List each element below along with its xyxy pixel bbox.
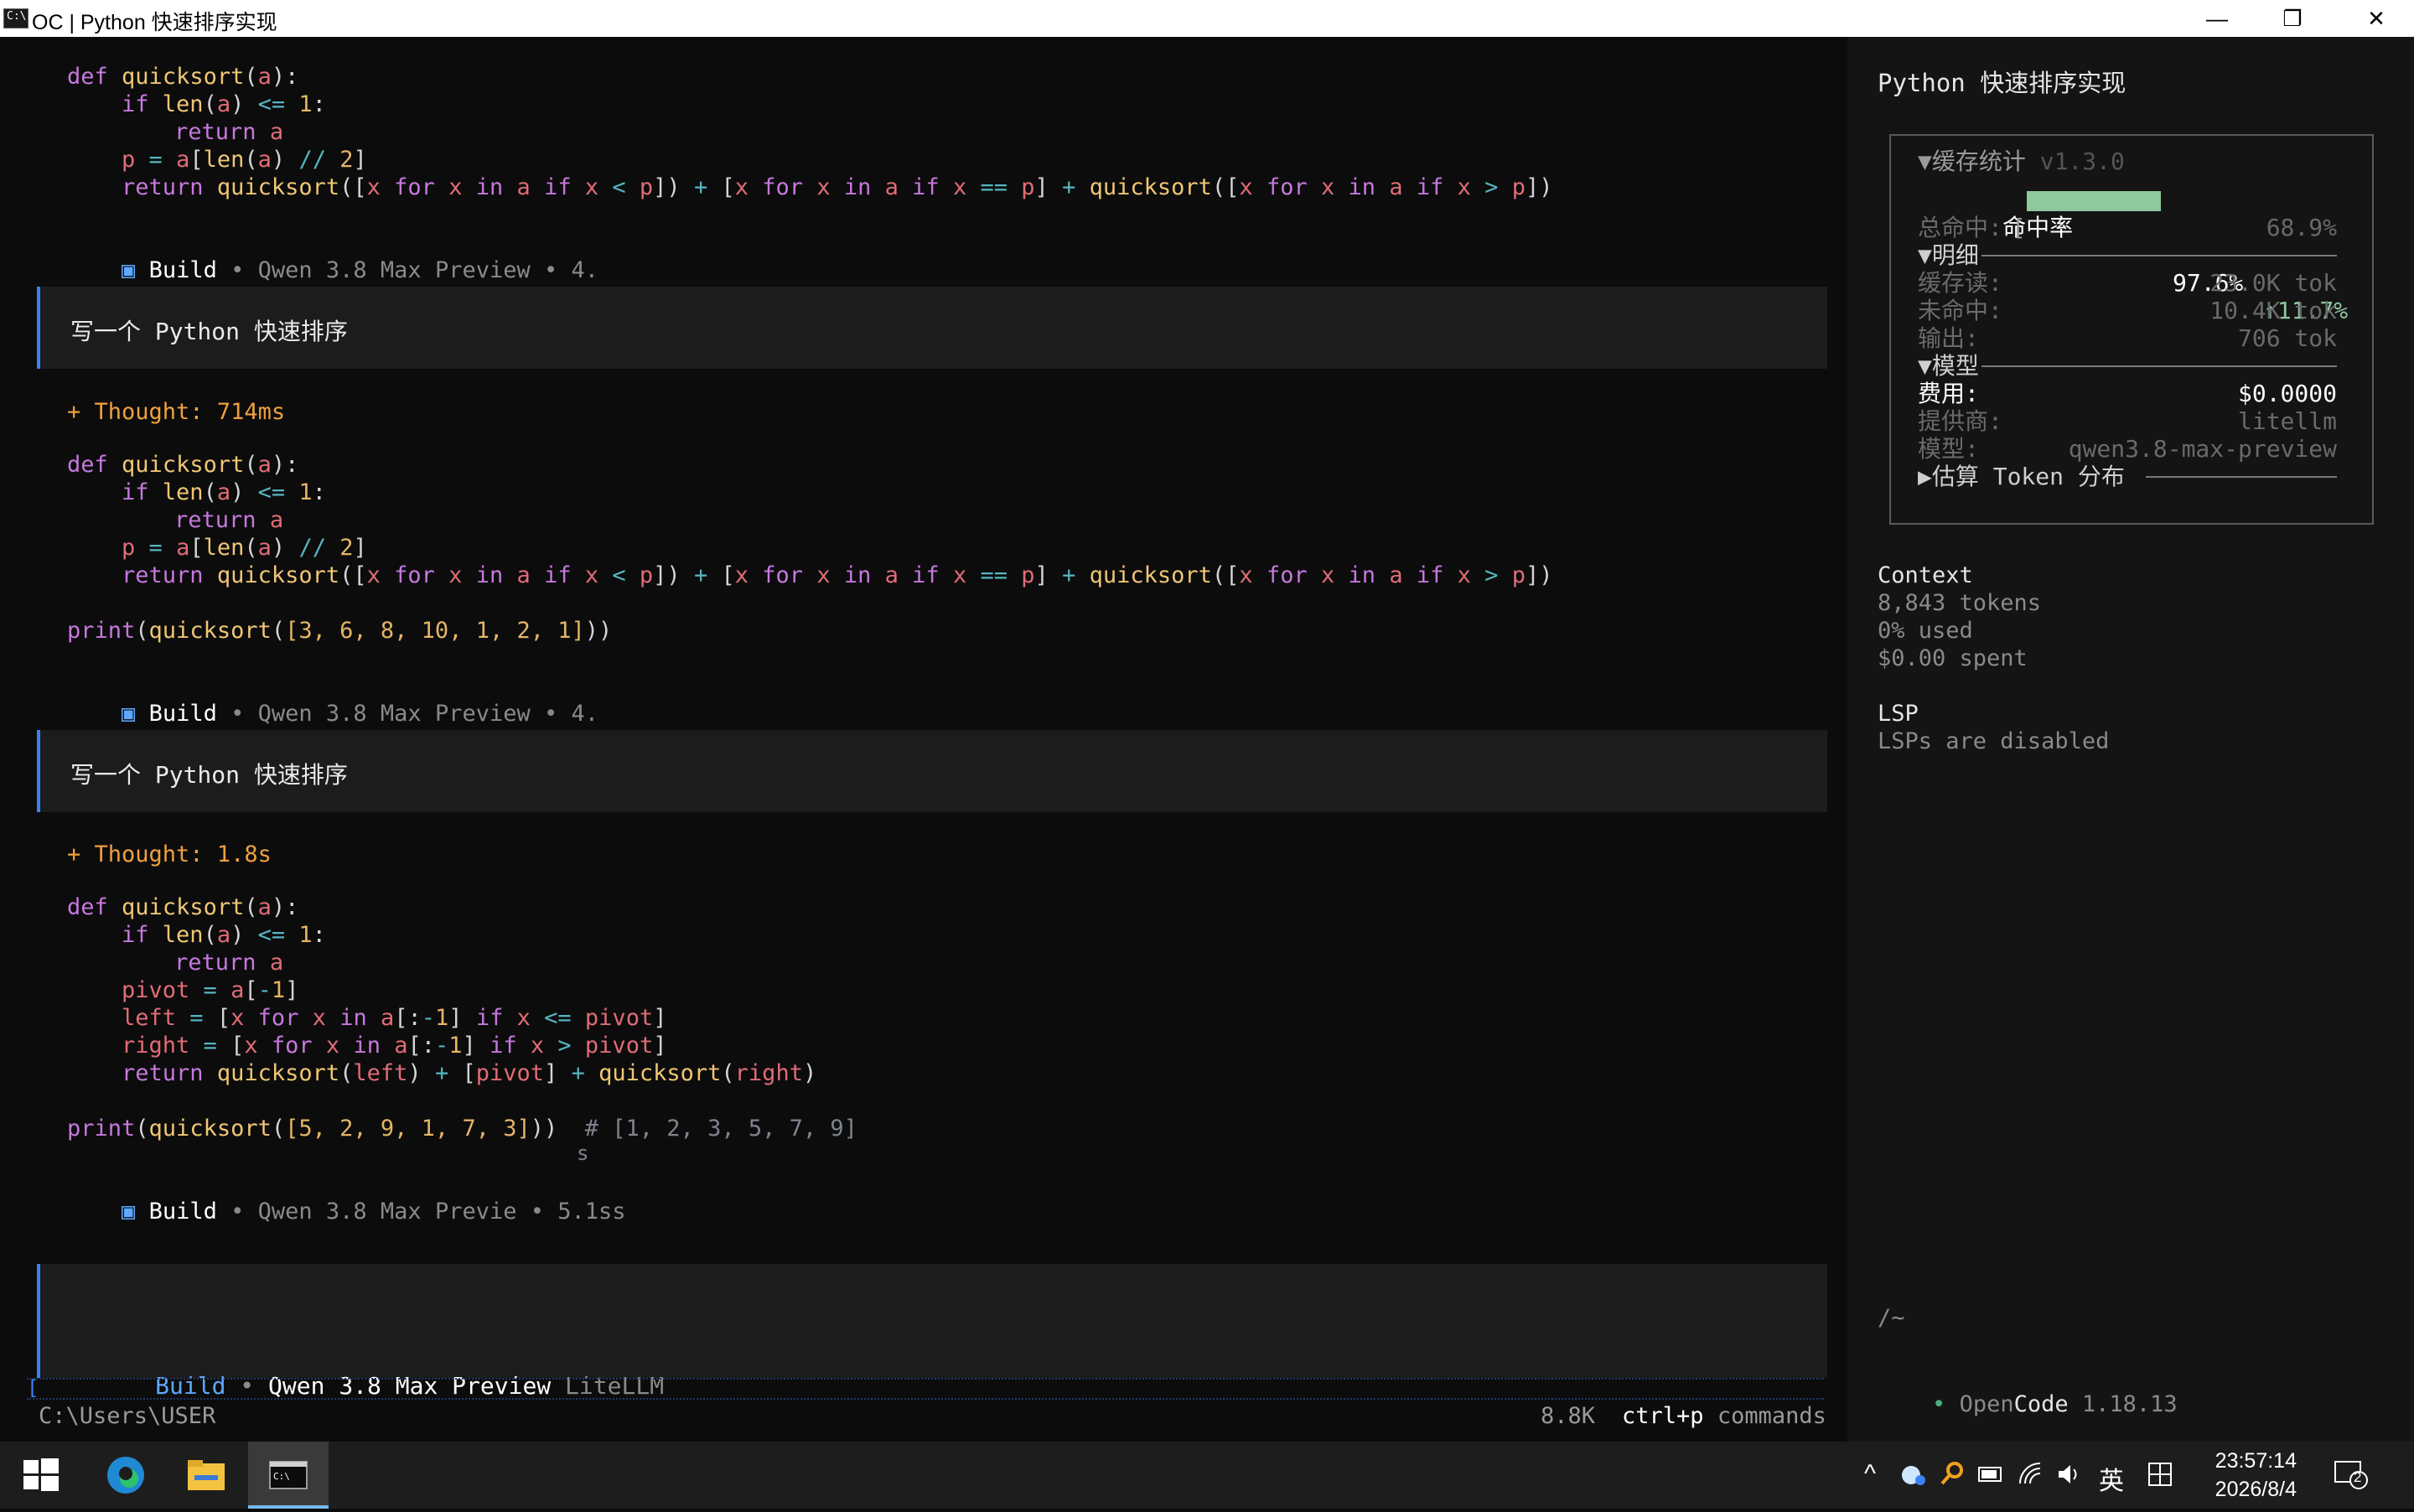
user-message: 写一个 Python 快速排序 xyxy=(37,730,1827,812)
terminal-icon[interactable]: C:\ xyxy=(248,1442,329,1509)
context-tokens: 8,843 tokens xyxy=(1878,590,2042,616)
cache-stats-header[interactable]: ▼缓存统计 v1.3.0 xyxy=(1918,148,2337,175)
thought-toggle[interactable]: + Thought: 1.8s xyxy=(67,841,272,868)
context-used: 0% used xyxy=(1878,618,1973,644)
message-meta: ▣ Build • Qwen 3.8 Max Preview • 4. xyxy=(122,257,599,283)
chevron-up-icon[interactable]: ^ xyxy=(1864,1460,1876,1489)
windows-start-icon[interactable] xyxy=(0,1442,80,1509)
session-title: Python 快速排序实现 xyxy=(1878,69,2126,97)
wifi-icon[interactable] xyxy=(2017,1460,2045,1495)
model-section-header[interactable]: ▼模型 xyxy=(1918,352,2337,380)
ime-mode-icon[interactable] xyxy=(2146,1460,2174,1495)
app-footer: • OpenCode 1.18.13 xyxy=(1932,1391,2178,1417)
prompt-input[interactable]: Build • Qwen 3.8 Max Preview LiteLLM xyxy=(37,1264,1827,1400)
progress-indicator: [ xyxy=(27,1376,1824,1400)
cache-miss-row: 未命中: 10.4K tok xyxy=(1918,297,2337,324)
status-dot-icon: • xyxy=(1932,1391,1946,1417)
working-dir: /~ xyxy=(1878,1305,1905,1331)
ime-indicator[interactable]: 英 xyxy=(2099,1460,2124,1497)
title-bar: C:\ OC | Python 快速排序实现 — ❐ ✕ xyxy=(0,0,2414,37)
search-tray-icon[interactable] xyxy=(1938,1460,1966,1495)
provider-row: 提供商: litellm xyxy=(1918,407,2337,435)
file-explorer-icon[interactable] xyxy=(166,1442,246,1509)
output-row: 输出: 706 tok xyxy=(1918,324,2337,352)
message-meta: ▣ Build • Qwen 3.8 Max Previe • 5.1ss xyxy=(122,1199,626,1225)
battery-icon[interactable] xyxy=(1976,1460,2005,1495)
restore-button[interactable]: ❐ xyxy=(2255,0,2330,37)
edge-icon[interactable] xyxy=(85,1442,166,1509)
model-row: 模型: qwen3.8-max-preview xyxy=(1918,435,2337,463)
cost-row: 费用: $0.0000 xyxy=(1918,380,2337,407)
build-agent-icon: ▣ xyxy=(122,701,136,727)
cache-stats-panel: ▼缓存统计 v1.3.0 命中率[ 97.6% ↑11.7% 总命中: 68.9%… xyxy=(1889,134,2374,525)
clock-time: 23:57:14 xyxy=(2215,1449,2297,1473)
lsp-status: LSPs are disabled xyxy=(1878,728,2110,754)
build-agent-icon: ▣ xyxy=(122,257,136,283)
cache-read-row: 缓存读: 23.0K tok xyxy=(1918,269,2337,297)
taskbar: C:\ ^ 英 23:57:14 2026/8/4 2 xyxy=(0,1442,2414,1509)
minimize-button[interactable]: — xyxy=(2179,0,2255,37)
notification-count: 2 xyxy=(2354,1469,2362,1485)
terminal-app-icon: C:\ xyxy=(3,8,28,28)
token-estimate-header[interactable]: ▶估算 Token 分布 xyxy=(1918,463,2337,490)
notification-icon[interactable]: 2 xyxy=(2332,1455,2369,1499)
hit-rate-row: 命中率[ 97.6% ↑11.7% xyxy=(1918,186,2348,324)
user-message: 写一个 Python 快速排序 xyxy=(37,287,1827,369)
chat-pane[interactable]: def quicksort(a): if len(a) <= 1: return… xyxy=(0,37,1847,1442)
close-button[interactable]: ✕ xyxy=(2339,0,2414,37)
network-alert-icon[interactable] xyxy=(1899,1460,1928,1495)
token-count: 8.8K xyxy=(1541,1403,1596,1429)
total-hits-row: 总命中: 68.9% xyxy=(1918,214,2337,241)
sidebar: Python 快速排序实现 ▼缓存统计 v1.3.0 命中率[ 97.6% ↑1… xyxy=(1847,37,2414,1442)
thought-toggle[interactable]: + Thought: 714ms xyxy=(67,398,285,426)
clock-date: 2026/8/4 xyxy=(2215,1478,2297,1501)
svg-text:C:\: C:\ xyxy=(273,1471,290,1482)
system-clock[interactable]: 23:57:14 2026/8/4 xyxy=(2215,1447,2297,1504)
context-spent: $0.00 spent xyxy=(1878,645,2028,671)
volume-icon[interactable] xyxy=(2055,1460,2084,1495)
lsp-title: LSP xyxy=(1878,701,1919,727)
message-meta: ▣ Build • Qwen 3.8 Max Preview • 4. xyxy=(122,701,599,727)
build-agent-icon: ▣ xyxy=(122,1199,136,1225)
hit-rate-bar xyxy=(2027,191,2161,211)
cwd-path: C:\Users\USER xyxy=(39,1403,216,1429)
window-title: OC | Python 快速排序实现 xyxy=(32,11,277,34)
context-title: Context xyxy=(1878,562,1973,588)
command-hint[interactable]: ctrl+p commands xyxy=(1622,1403,1826,1429)
detail-section-header[interactable]: ▼明细 xyxy=(1918,241,2337,269)
